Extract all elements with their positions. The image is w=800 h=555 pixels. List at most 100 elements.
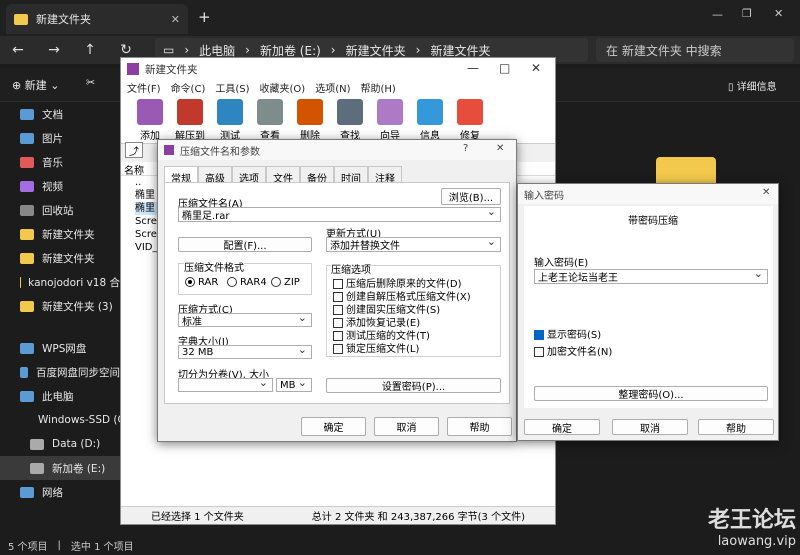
refresh-icon[interactable]: ↻ [108,42,144,58]
status-selected: 已经选择 1 个文件夹 [151,512,244,523]
breadcrumb-0[interactable]: 此电脑 [199,42,235,59]
menu-help[interactable]: 帮助(H) [361,80,396,96]
close-icon[interactable]: ✕ [496,143,504,154]
explorer-tab[interactable]: 新建文件夹 ✕ [6,4,188,34]
minimize-icon[interactable]: — [467,61,479,75]
split-unit-select[interactable]: MB [276,376,312,392]
up-folder-icon[interactable]: ⤴ [125,142,143,158]
tool-repair[interactable]: 修复 [451,96,489,143]
details-button[interactable]: ▯ 详细信息 [728,78,777,93]
winrar-toolbar: 添加 解压到 测试 查看 删除 查找 向导 信息 修复 [121,96,555,144]
search-input[interactable]: 在 新建文件夹 中搜索 [596,38,794,62]
password-dialog: 输入密码 ✕ 带密码压缩 输入密码(E) 上老王论坛当老王 显示密码(S) 加密… [517,183,779,441]
sidebar-item-network[interactable]: 网络 [0,480,120,504]
close-window-icon[interactable]: ✕ [774,7,783,20]
radio-icon [227,277,237,287]
tool-wizard[interactable]: 向导 [371,96,409,143]
tool-find[interactable]: 查找 [331,96,369,143]
help-button[interactable]: 帮助 [447,417,512,436]
sidebar-item-drive-d[interactable]: Data (D:) [0,432,120,456]
set-password-button[interactable]: 设置密码(P)... [326,378,501,393]
update-mode-select[interactable]: 添加并替换文件 [326,235,501,252]
sidebar-item-pictures[interactable]: 图片 [0,126,120,150]
password-field[interactable]: 上老王论坛当老王 [534,267,768,284]
minimize-icon[interactable]: — [712,8,723,21]
close-icon[interactable]: ✕ [762,187,770,198]
browse-button[interactable]: 浏览(B)... [441,188,501,205]
sidebar-item-wps[interactable]: WPS网盘 [0,336,120,360]
status-total: 总计 2 文件夹 和 243,387,266 字节(3 个文件) [311,512,525,523]
options-label: 压缩选项 [331,261,371,276]
menu-tools[interactable]: 工具(S) [215,80,249,96]
breadcrumb-2[interactable]: 新建文件夹 [346,42,406,59]
maximize-icon[interactable]: ❐ [742,7,752,20]
find-icon [337,99,363,125]
help-button[interactable]: 帮助 [698,419,774,435]
ok-button[interactable]: 确定 [301,417,366,436]
option-lock[interactable]: 锁定压缩文件(L) [333,340,419,355]
archive-dialog-titlebar: 压缩文件名和参数 ? ✕ [158,140,516,160]
sidebar-item-folder[interactable]: 新建文件夹 [0,222,120,246]
menu-file[interactable]: 文件(F) [127,80,161,96]
sidebar-item-baidu[interactable]: 百度网盘同步空间 [0,360,120,384]
sidebar-item-drive-c[interactable]: Windows-SSD (C [0,408,120,432]
winrar-menubar: 文件(F) 命令(C) 工具(S) 收藏夹(O) 选项(N) 帮助(H) [121,80,555,96]
tool-add[interactable]: 添加 [131,96,169,143]
show-password-checkbox[interactable]: 显示密码(S) [534,326,601,341]
watermark-url: laowang.vip [717,534,796,549]
help-icon[interactable]: ? [463,143,468,154]
cancel-button[interactable]: 取消 [612,419,688,435]
sidebar-item-drive-e[interactable]: 新加卷 (E:) [0,456,120,480]
menu-options[interactable]: 选项(N) [315,80,350,96]
menu-command[interactable]: 命令(C) [171,80,206,96]
profile-button[interactable]: 配置(F)... [178,237,312,252]
split-size-input[interactable] [178,376,273,392]
sidebar-item-kanojodori[interactable]: kanojodori v18 合 [0,270,120,294]
format-label: 压缩文件格式 [184,259,244,274]
tab-title: 新建文件夹 [36,13,91,26]
tool-extract[interactable]: 解压到 [171,96,209,143]
method-select[interactable]: 标准 [178,311,312,328]
repair-icon [457,99,483,125]
winrar-statusbar: 已经选择 1 个文件夹 总计 2 文件夹 和 243,387,266 字节(3 … [121,506,555,524]
sidebar-item-music[interactable]: 音乐 [0,150,120,174]
format-rar4[interactable]: RAR4 [227,277,267,288]
format-zip[interactable]: ZIP [271,277,300,288]
tool-test[interactable]: 测试 [211,96,249,143]
forward-icon[interactable]: → [36,42,72,58]
close-tab-icon[interactable]: ✕ [171,13,180,26]
close-icon[interactable]: ✕ [531,61,541,75]
ok-button[interactable]: 确定 [524,419,600,435]
dict-select[interactable]: 32 MB [178,343,312,359]
sidebar-item-this-pc[interactable]: 此电脑 [0,384,120,408]
breadcrumb-1[interactable]: 新加卷 (E:) [260,42,321,59]
format-rar[interactable]: RAR [185,277,218,288]
cut-icon[interactable]: ✂ [86,76,95,89]
tool-view[interactable]: 查看 [251,96,289,143]
organize-passwords-button[interactable]: 整理密码(O)... [534,386,768,401]
back-icon[interactable]: ← [0,42,36,58]
breadcrumb-3[interactable]: 新建文件夹 [430,42,490,59]
sidebar-item-recycle[interactable]: 回收站 [0,198,120,222]
new-tab-button[interactable]: + [198,8,211,26]
cancel-button[interactable]: 取消 [374,417,439,436]
checkbox-icon [534,330,544,340]
sidebar-item-videos[interactable]: 视频 [0,174,120,198]
up-icon[interactable]: ↑ [72,42,108,58]
maximize-icon[interactable]: □ [499,61,510,75]
encrypt-names-checkbox[interactable]: 加密文件名(N) [534,343,612,358]
sidebar-item-documents[interactable]: 文档 [0,102,120,126]
tool-delete[interactable]: 删除 [291,96,329,143]
archive-dialog-title: 压缩文件名和参数 [180,146,260,158]
folder-icon [14,13,28,25]
password-label: 输入密码(E) [534,258,589,269]
new-button[interactable]: ⊕ 新建 ⌄ [12,77,59,93]
sidebar-item-folder[interactable]: 新建文件夹 [0,246,120,270]
checkbox-icon [333,344,343,354]
selection-count: 选中 1 个项目 [70,542,134,553]
tool-info[interactable]: 信息 [411,96,449,143]
menu-favorites[interactable]: 收藏夹(O) [260,80,306,96]
delete-icon [297,99,323,125]
sidebar-item-folder3[interactable]: 新建文件夹 (3) [0,294,120,318]
archive-name-field[interactable]: 椭里足.rar [178,205,501,222]
